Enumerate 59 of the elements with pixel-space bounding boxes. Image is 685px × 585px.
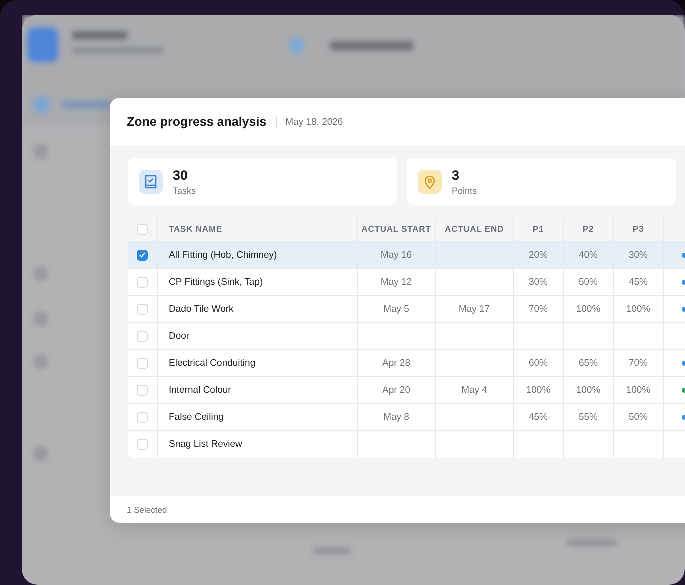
table-cell: Apr 28 — [382, 358, 410, 368]
column-header: ACTUAL START — [362, 224, 432, 234]
column-header: ACTUAL END — [444, 224, 504, 234]
table-cell: May 17 — [458, 304, 490, 314]
table-cell: 55% — [578, 412, 598, 422]
table-cell: 45% — [628, 276, 648, 288]
table-cell: May 12 — [380, 276, 412, 288]
stat-value: 30 — [173, 168, 190, 182]
table-cell: 30% — [628, 250, 648, 260]
column-header: P3 — [632, 224, 644, 234]
table-row[interactable]: Internal Colour Apr 20 May 4 100% 100% 100% — [128, 377, 685, 404]
table-cell: All Fitting (Hob, Chimney) — [169, 250, 278, 260]
table-cell: May 8 — [384, 412, 410, 422]
stat-value: 3 — [452, 168, 461, 182]
table-cell: May 5 — [384, 304, 410, 314]
table-cell: 100% — [626, 304, 651, 314]
table-cell: Dado Tile Work — [169, 304, 234, 314]
dialog-date: May 18, 2026 — [286, 116, 344, 128]
table-row[interactable]: Snag List Review — [128, 431, 685, 458]
book-check-icon — [139, 170, 163, 194]
table-cell: Apr 20 — [382, 384, 410, 396]
table-cell: Electrical Conduiting — [169, 358, 256, 368]
column-header: TASK NAME — [169, 224, 222, 234]
table-cell: CP Fittings (Sink, Tap) — [169, 276, 264, 288]
dialog-title: Zone progress analysis — [127, 115, 267, 129]
table-cell: 100% — [576, 304, 601, 314]
table-cell: 100% — [526, 384, 551, 396]
table-row[interactable]: CP Fittings (Sink, Tap) May 12 30% 50% 45% — [128, 269, 685, 296]
table-cell: Snag List Review — [169, 439, 242, 450]
table-row[interactable]: Dado Tile Work May 5 May 17 70% 100% 100% — [128, 296, 685, 323]
stat-label: Tasks — [173, 186, 196, 196]
table-cell: 65% — [578, 358, 598, 368]
table-cell: 50% — [578, 276, 598, 288]
column-header: P1 — [532, 224, 544, 234]
row-checkbox[interactable] — [137, 250, 148, 260]
table-cell: 60% — [528, 358, 548, 368]
select-all-checkbox[interactable] — [137, 224, 148, 234]
table-row[interactable]: All Fitting (Hob, Chimney) May 16 20% 40% 30% — [128, 242, 685, 269]
table-cell: Internal Colour — [169, 384, 232, 396]
table-row[interactable]: False Ceiling May 8 45% 55% 50% — [128, 404, 685, 431]
stat-label: Points — [452, 186, 478, 196]
table-cell: May 4 — [462, 384, 488, 396]
table-cell: 50% — [628, 412, 648, 422]
column-header: P2 — [582, 224, 594, 234]
table-cell: 100% — [576, 384, 601, 396]
table-cell: 30% — [528, 276, 548, 288]
table-row[interactable]: Electrical Conduiting Apr 28 60% 65% 70% — [128, 350, 685, 377]
table-cell: 45% — [528, 412, 548, 422]
table-cell: 100% — [626, 384, 651, 396]
table-cell: 40% — [578, 250, 598, 260]
table-cell: Door — [169, 330, 190, 342]
table-cell: 70% — [628, 358, 648, 368]
table-cell: May 16 — [380, 250, 412, 260]
table-row[interactable]: Door — [128, 323, 685, 350]
table-cell: 70% — [528, 304, 548, 314]
selection-count: 1 Selected — [127, 504, 168, 514]
table-cell: 20% — [528, 250, 548, 260]
map-pin-icon — [418, 170, 442, 194]
table-cell: False Ceiling — [169, 412, 224, 422]
